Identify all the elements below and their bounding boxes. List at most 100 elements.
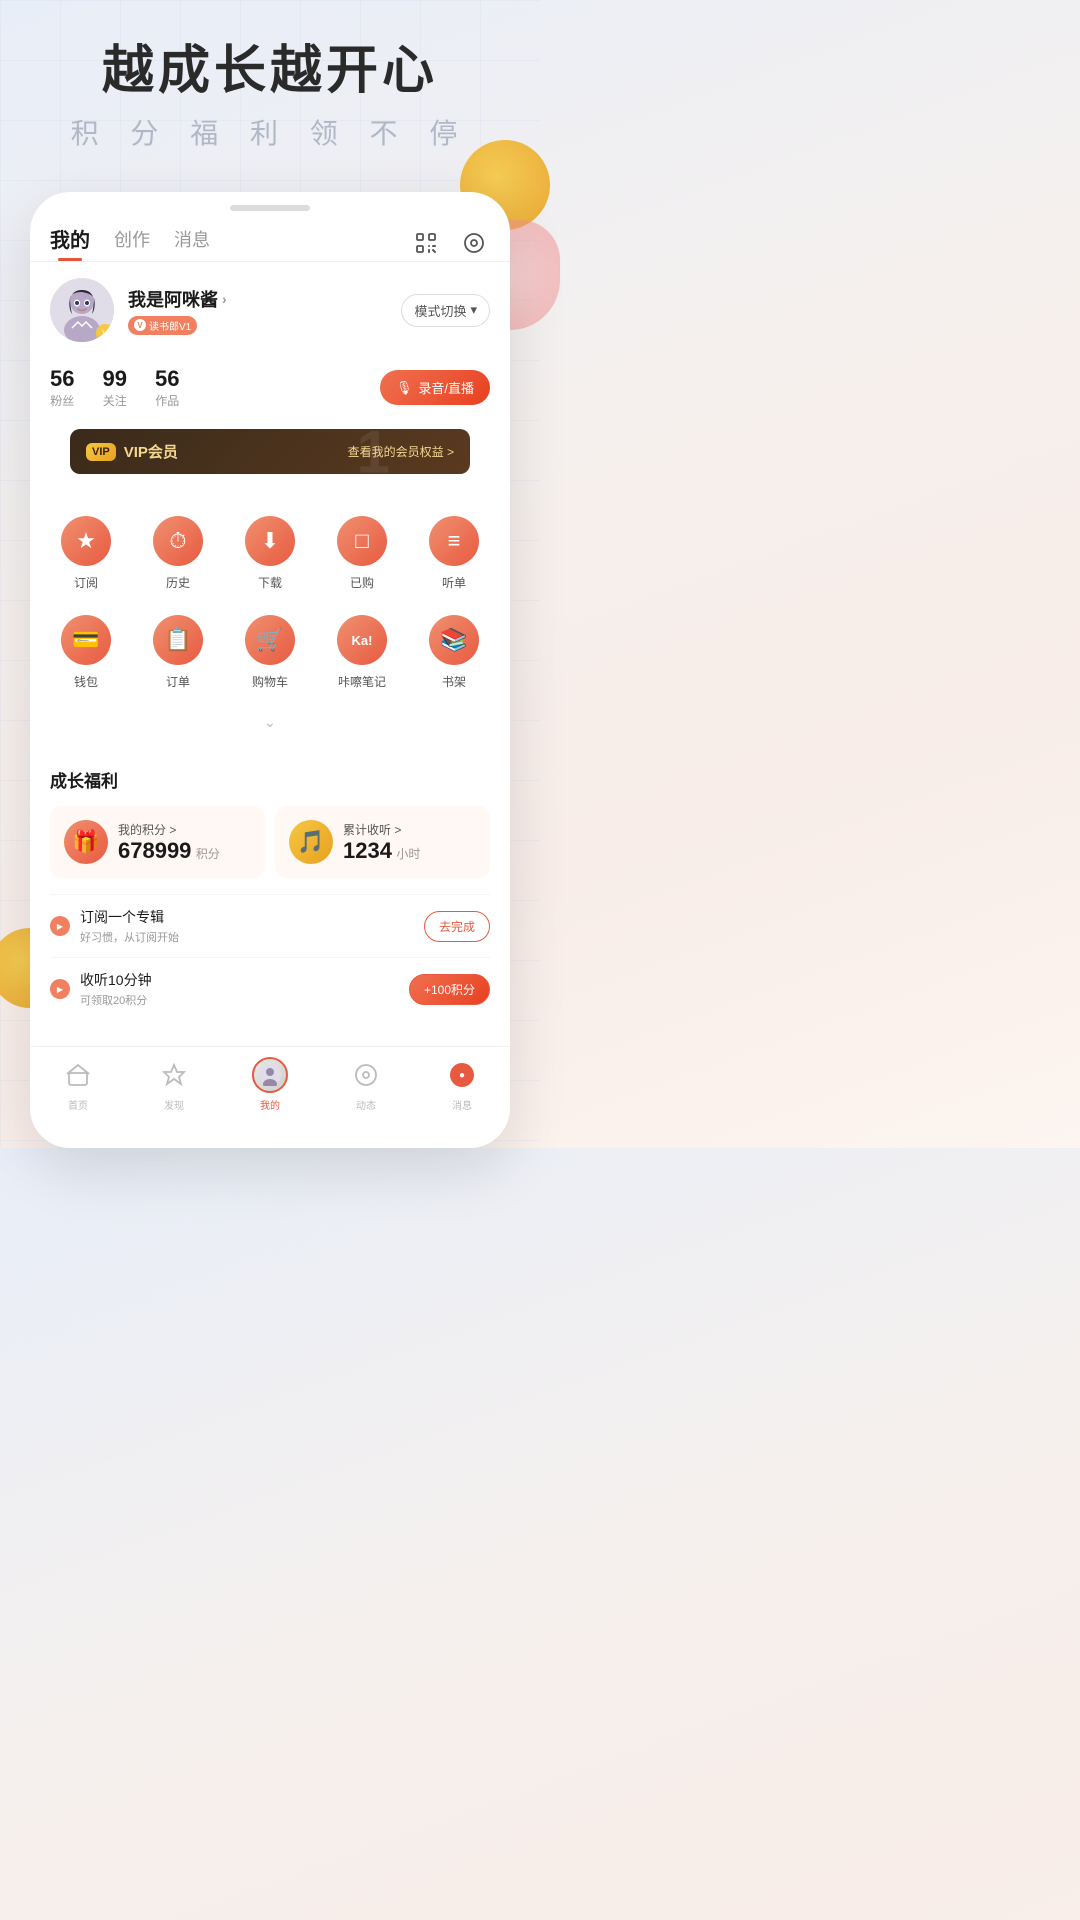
action-bookshelf[interactable]: 📚 书架 bbox=[429, 615, 479, 690]
action-subscribe[interactable]: ★ 订阅 bbox=[61, 516, 111, 591]
task-listen-button[interactable]: +100积分 bbox=[409, 974, 490, 1005]
history-label: 历史 bbox=[166, 574, 190, 591]
vip-bar[interactable]: VIP VIP会员 1 查看我的会员权益 > bbox=[70, 429, 470, 474]
purchased-label: 已购 bbox=[350, 574, 374, 591]
dynamic-icon bbox=[348, 1057, 384, 1093]
phone-mockup: 我的 创作 消息 bbox=[30, 192, 510, 1148]
bottom-nav: 首页 发现 我的 bbox=[30, 1046, 510, 1128]
vip-badge: VIP bbox=[86, 443, 116, 461]
tab-create[interactable]: 创作 bbox=[114, 226, 150, 260]
tabs-row: 我的 创作 消息 bbox=[30, 216, 510, 262]
cart-icon: 🛒 bbox=[245, 615, 295, 665]
points-value: 678999 bbox=[118, 838, 191, 863]
profile-badge: V 读书郎V1 bbox=[128, 316, 197, 335]
stats-row: 56 粉丝 99 关注 56 作品 🎙 录音/直播 bbox=[30, 358, 510, 421]
action-download[interactable]: ⬇ 下载 bbox=[245, 516, 295, 591]
orders-label: 订单 bbox=[166, 673, 190, 690]
profile-info: 我是阿咪酱 › V 读书郎V1 bbox=[128, 286, 401, 335]
nav-dynamic[interactable]: 动态 bbox=[348, 1057, 384, 1112]
hero-subtitle: 积 分 福 利 领 不 停 bbox=[20, 112, 520, 152]
scan-button[interactable] bbox=[410, 227, 442, 259]
settings-button[interactable] bbox=[458, 227, 490, 259]
works-stat[interactable]: 56 作品 bbox=[155, 366, 179, 409]
nav-discover-label: 发现 bbox=[164, 1097, 184, 1112]
task-listen: 收听10分钟 可领取20积分 +100积分 bbox=[50, 957, 490, 1020]
wallet-label: 钱包 bbox=[74, 673, 98, 690]
home-icon bbox=[60, 1057, 96, 1093]
nav-profile-label: 我的 bbox=[260, 1097, 280, 1112]
listen-info: 累计收听 > 1234 小时 bbox=[343, 821, 420, 864]
listen-unit: 小时 bbox=[396, 847, 420, 861]
nav-home[interactable]: 首页 bbox=[60, 1057, 96, 1112]
mode-switch-button[interactable]: 模式切换 ▾ bbox=[401, 294, 490, 327]
messages-icon: ● bbox=[444, 1057, 480, 1093]
fans-stat[interactable]: 56 粉丝 bbox=[50, 366, 74, 409]
download-icon: ⬇ bbox=[245, 516, 295, 566]
nav-profile-avatar bbox=[252, 1057, 288, 1093]
discover-icon bbox=[156, 1057, 192, 1093]
phone-notch bbox=[230, 205, 310, 211]
nav-discover[interactable]: 发现 bbox=[156, 1057, 192, 1112]
expand-arrow[interactable]: ⌄ bbox=[30, 710, 510, 741]
hero-section: 越成长越开心 积 分 福 利 领 不 停 bbox=[0, 0, 540, 172]
action-orders[interactable]: 📋 订单 bbox=[153, 615, 203, 690]
vip-text: VIP会员 bbox=[124, 441, 178, 462]
playlist-label: 听单 bbox=[442, 574, 466, 591]
nav-home-label: 首页 bbox=[68, 1097, 88, 1112]
nav-messages[interactable]: ● 消息 bbox=[444, 1057, 480, 1112]
fans-count: 56 bbox=[50, 366, 74, 392]
listen-link[interactable]: 累计收听 > bbox=[343, 821, 420, 838]
avatar-vip-badge: V bbox=[96, 324, 114, 342]
bookshelf-label: 书架 bbox=[442, 673, 466, 690]
growth-cards: 🎁 我的积分 > 678999 积分 🎵 累计收听 > 1234 小时 bbox=[50, 806, 490, 878]
notes-icon: Ka! bbox=[337, 615, 387, 665]
task-subscribe: 订阅一个专辑 好习惯，从订阅开始 去完成 bbox=[50, 894, 490, 957]
hero-title: 越成长越开心 bbox=[20, 40, 520, 102]
quick-actions-2: 💳 钱包 📋 订单 🛒 购物车 Ka! 咔嚓笔记 📚 书架 bbox=[30, 611, 510, 710]
points-card[interactable]: 🎁 我的积分 > 678999 积分 bbox=[50, 806, 265, 878]
record-button[interactable]: 🎙 录音/直播 bbox=[380, 370, 490, 405]
mic-icon: 🎙 bbox=[396, 380, 413, 396]
growth-title: 成长福利 bbox=[50, 767, 490, 792]
points-link[interactable]: 我的积分 > bbox=[118, 821, 220, 838]
history-icon: ⏱ bbox=[153, 516, 203, 566]
task-listen-desc: 可领取20积分 bbox=[80, 992, 409, 1008]
action-notes[interactable]: Ka! 咔嚓笔记 bbox=[337, 615, 387, 690]
task-listen-info: 收听10分钟 可领取20积分 bbox=[80, 970, 409, 1008]
task-subscribe-icon bbox=[50, 916, 70, 936]
task-subscribe-title: 订阅一个专辑 bbox=[80, 907, 424, 927]
task-subscribe-button[interactable]: 去完成 bbox=[424, 911, 490, 942]
orders-icon: 📋 bbox=[153, 615, 203, 665]
playlist-icon: ≡ bbox=[429, 516, 479, 566]
avatar[interactable]: V bbox=[50, 278, 114, 342]
profile-section: V 我是阿咪酱 › V 读书郎V1 模式切换 ▾ bbox=[30, 262, 510, 358]
badge-v-icon: V bbox=[134, 319, 146, 331]
profile-arrow: › bbox=[222, 291, 227, 307]
profile-name[interactable]: 我是阿咪酱 › bbox=[128, 286, 401, 312]
action-cart[interactable]: 🛒 购物车 bbox=[245, 615, 295, 690]
action-playlist[interactable]: ≡ 听单 bbox=[429, 516, 479, 591]
follow-stat[interactable]: 99 关注 bbox=[102, 366, 126, 409]
tab-messages[interactable]: 消息 bbox=[174, 226, 210, 260]
chevron-down-icon: ▾ bbox=[470, 302, 477, 318]
subscribe-label: 订阅 bbox=[74, 574, 98, 591]
nav-profile[interactable]: 我的 bbox=[252, 1057, 288, 1112]
follow-label: 关注 bbox=[102, 392, 126, 409]
action-wallet[interactable]: 💳 钱包 bbox=[61, 615, 111, 690]
task-listen-icon bbox=[50, 979, 70, 999]
points-info: 我的积分 > 678999 积分 bbox=[118, 821, 220, 864]
action-purchased[interactable]: □ 已购 bbox=[337, 516, 387, 591]
phone-top-bar bbox=[30, 192, 510, 216]
listen-card[interactable]: 🎵 累计收听 > 1234 小时 bbox=[275, 806, 490, 878]
purchased-icon: □ bbox=[337, 516, 387, 566]
cart-label: 购物车 bbox=[252, 673, 288, 690]
listen-icon: 🎵 bbox=[289, 820, 333, 864]
action-history[interactable]: ⏱ 历史 bbox=[153, 516, 203, 591]
bookshelf-icon: 📚 bbox=[429, 615, 479, 665]
points-unit: 积分 bbox=[196, 847, 220, 861]
works-count: 56 bbox=[155, 366, 179, 392]
nav-messages-label: 消息 bbox=[452, 1097, 472, 1112]
tab-mine[interactable]: 我的 bbox=[50, 224, 90, 261]
task-subscribe-desc: 好习惯，从订阅开始 bbox=[80, 929, 424, 945]
download-label: 下载 bbox=[258, 574, 282, 591]
